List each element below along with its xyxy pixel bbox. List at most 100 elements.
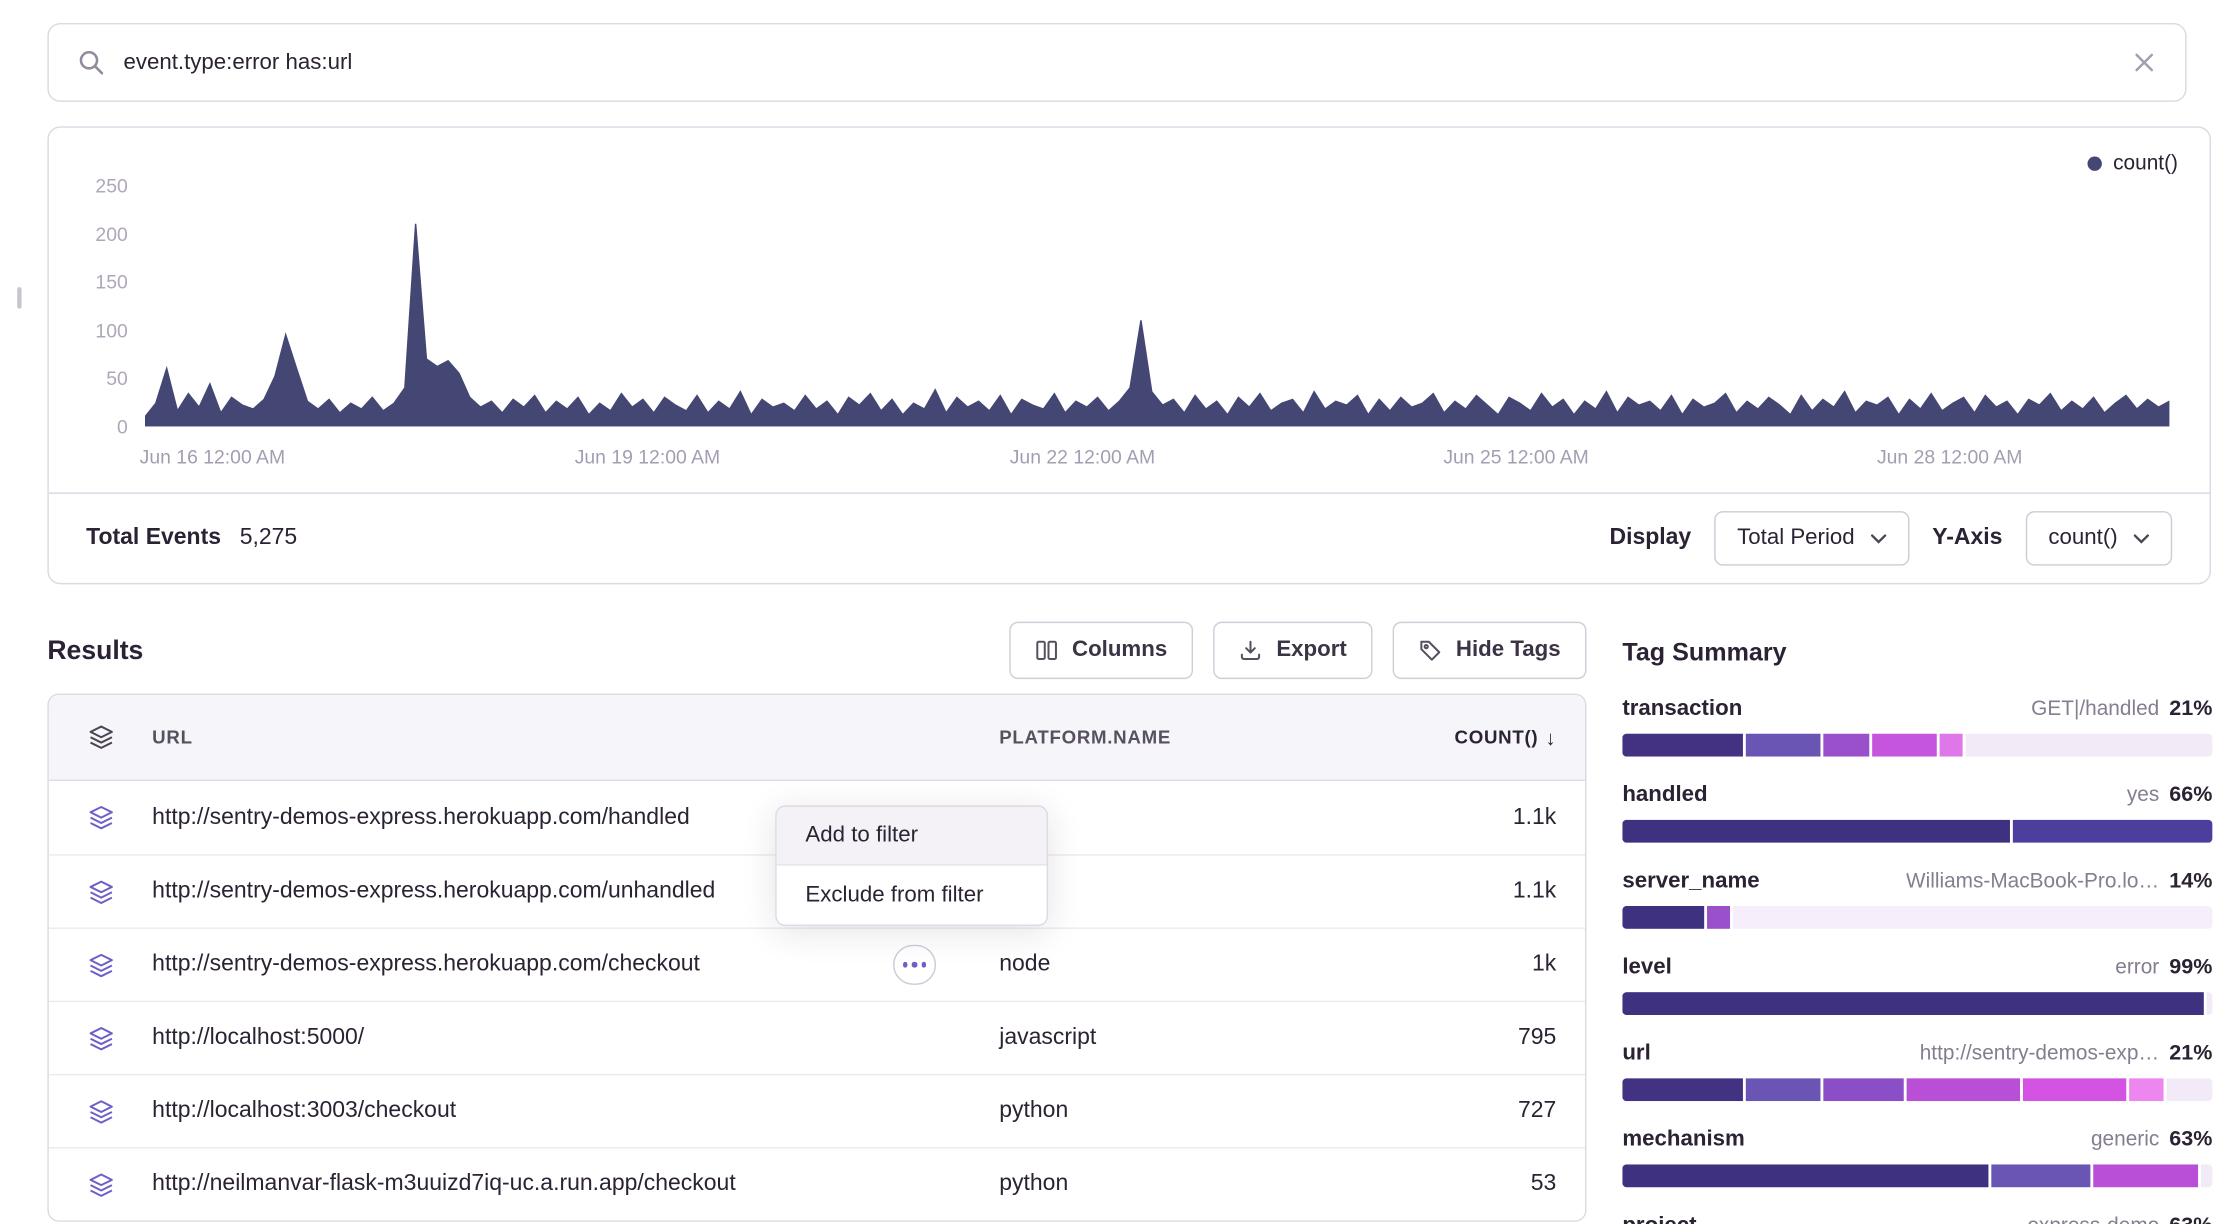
tag-top-value: Williams-MacBook-Pro.lo… [1906, 870, 2159, 893]
row-stack-icon [49, 879, 152, 903]
count-cell: 727 [1387, 1098, 1585, 1124]
tag-bar-segment[interactable] [1906, 1078, 2021, 1101]
chart-legend[interactable]: count() [2087, 152, 2178, 175]
tag-bar-segment[interactable] [1622, 992, 2203, 1015]
tag-bar-segment[interactable] [1746, 734, 1821, 757]
table-row[interactable]: http://localhost:5000/javascript795 [49, 1001, 1585, 1074]
platform-cell: javascript [999, 1025, 1387, 1051]
url-cell[interactable]: http://localhost:5000/ [152, 1025, 999, 1051]
display-dropdown[interactable]: Total Period [1714, 511, 1909, 566]
x-tick-label: Jun 28 12:00 AM [1877, 447, 2022, 469]
count-header-label: COUNT() [1455, 726, 1539, 748]
tag-entry[interactable]: transactionGET|/handled21% [1622, 696, 2212, 756]
column-header-url[interactable]: URL [152, 726, 999, 748]
discover-events-page: event.type:error has:url count() 250 200 1… [0, 0, 2234, 1224]
table-row[interactable]: http://neilmanvar-flask-m3uuizd7iq-uc.a.… [49, 1147, 1585, 1220]
tag-distribution-bar[interactable] [1622, 1078, 2212, 1101]
row-stack-icon [49, 1026, 152, 1050]
platform-cell: node [999, 952, 1387, 978]
tag-bar-segment[interactable] [1823, 1078, 1903, 1101]
tag-bar-segment[interactable] [1622, 734, 1743, 757]
tag-entry[interactable]: levelerror99% [1622, 955, 2212, 1015]
search-bar[interactable]: event.type:error has:url [47, 23, 2186, 102]
tag-bar-segment[interactable] [1622, 906, 1704, 929]
tag-bar-segment[interactable] [1707, 906, 1730, 929]
tag-bar-segment[interactable] [2013, 820, 2213, 843]
tag-name: transaction [1622, 696, 1742, 722]
column-header-platform[interactable]: PLATFORM.NAME [999, 726, 1387, 748]
tag-top-percentage: 99% [2169, 955, 2212, 979]
tag-name: project [1622, 1213, 1696, 1224]
tag-top-value: GET|/handled [2031, 698, 2159, 721]
tag-distribution-bar[interactable] [1622, 734, 2212, 757]
row-stack-icon [49, 1099, 152, 1123]
tag-top-value: error [2115, 956, 2159, 979]
x-tick-label: Jun 16 12:00 AM [140, 447, 285, 469]
tag-entry[interactable]: urlhttp://sentry-demos-exp…21% [1622, 1041, 2212, 1101]
url-cell[interactable]: http://neilmanvar-flask-m3uuizd7iq-uc.a.… [152, 1172, 999, 1198]
tag-bar-segment[interactable] [1965, 734, 2213, 757]
results-title: Results [47, 635, 143, 667]
url-cell[interactable]: http://localhost:3003/checkout [152, 1098, 999, 1124]
x-tick-label: Jun 22 12:00 AM [1010, 447, 1155, 469]
row-stack-icon [49, 805, 152, 829]
tag-bar-segment[interactable] [1622, 1164, 1988, 1187]
columns-button[interactable]: Columns [1009, 622, 1193, 679]
chevron-down-icon [2133, 533, 2149, 543]
tag-entry[interactable]: server_nameWilliams-MacBook-Pro.lo…14% [1622, 869, 2212, 929]
tag-entry[interactable]: handledyes66% [1622, 782, 2212, 842]
platform-cell: python [999, 1172, 1387, 1198]
tag-bar-segment[interactable] [1873, 734, 1936, 757]
tag-bar-segment[interactable] [2201, 1164, 2213, 1187]
table-row[interactable]: http://localhost:3003/checkoutpython727 [49, 1074, 1585, 1147]
url-cell[interactable]: http://sentry-demos-express.herokuapp.co… [152, 952, 999, 978]
tag-top-percentage: 63% [2169, 1213, 2212, 1224]
tag-top-value: yes [2127, 784, 2159, 807]
row-actions-button[interactable] [893, 945, 936, 985]
tag-bar-segment[interactable] [2129, 1078, 2163, 1101]
yaxis-dropdown[interactable]: count() [2025, 511, 2172, 566]
columns-icon [1035, 639, 1058, 662]
row-stack-icon [49, 1172, 152, 1196]
y-tick-label: 200 [49, 223, 128, 245]
tag-distribution-bar[interactable] [1622, 906, 2212, 929]
search-query-input[interactable]: event.type:error has:url [123, 50, 352, 76]
tag-bar-segment[interactable] [1824, 734, 1870, 757]
hide-tags-button[interactable]: Hide Tags [1393, 622, 1587, 679]
tag-distribution-bar[interactable] [1622, 1164, 2212, 1187]
sidebar-collapse-handle[interactable] [17, 287, 21, 309]
display-dropdown-value: Total Period [1737, 525, 1855, 551]
tag-bar-segment[interactable] [2167, 1078, 2213, 1101]
tag-bar-segment[interactable] [1992, 1164, 2091, 1187]
export-label: Export [1276, 637, 1346, 663]
row-stack-icon [49, 953, 152, 977]
platform-cell: python [999, 1098, 1387, 1124]
tag-bar-segment[interactable] [1939, 734, 1962, 757]
y-tick-label: 250 [49, 175, 128, 197]
tag-bar-segment[interactable] [1622, 1078, 1742, 1101]
tag-bar-segment[interactable] [2207, 992, 2213, 1015]
tag-bar-segment[interactable] [1622, 820, 2010, 843]
y-tick-label: 150 [49, 272, 128, 294]
tag-entry[interactable]: mechanismgeneric63% [1622, 1127, 2212, 1187]
tag-name: mechanism [1622, 1127, 1744, 1153]
y-tick-label: 0 [49, 416, 128, 438]
total-events-label: Total Events [86, 525, 221, 551]
tag-bar-segment[interactable] [2023, 1078, 2126, 1101]
export-button[interactable]: Export [1213, 622, 1372, 679]
chart-footer: Total Events 5,275 Display Total Period … [49, 492, 2210, 582]
tag-entry[interactable]: projectexpress-demo63% [1622, 1213, 2212, 1224]
tag-distribution-bar[interactable] [1622, 992, 2212, 1015]
clear-search-icon[interactable] [2132, 50, 2156, 74]
menu-item-exclude-from-filter[interactable]: Exclude from filter [777, 866, 1047, 925]
table-row[interactable]: http://sentry-demos-express.herokuapp.co… [49, 927, 1585, 1000]
tag-bar-segment[interactable] [2093, 1164, 2198, 1187]
column-header-count[interactable]: COUNT() ↓ [1387, 726, 1585, 749]
tag-distribution-bar[interactable] [1622, 820, 2212, 843]
x-tick-label: Jun 25 12:00 AM [1443, 447, 1588, 469]
tag-bar-segment[interactable] [1746, 1078, 1820, 1101]
tag-bar-segment[interactable] [1733, 906, 2212, 929]
menu-item-add-to-filter[interactable]: Add to filter [777, 807, 1047, 866]
count-cell: 795 [1387, 1025, 1585, 1051]
count-cell: 1.1k [1387, 879, 1585, 905]
